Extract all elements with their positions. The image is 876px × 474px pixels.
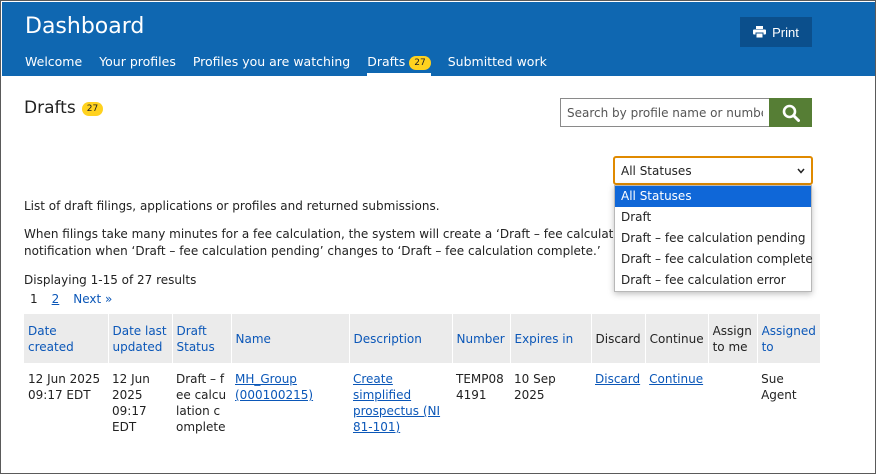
description-link[interactable]: Create simplified prospectus (NI 81-101) [353,372,440,434]
status-option-fee-pending[interactable]: Draft – fee calculation pending [615,228,811,249]
cell-draft-status: Draft – fee calculation complete [176,372,227,434]
tab-your-profiles-label: Your profiles [99,54,176,69]
main-nav: Welcome Your profiles Profiles you are w… [25,54,547,76]
col-number[interactable]: Number [452,314,511,363]
cell-continue: Continue [645,363,708,435]
continue-link[interactable]: Continue [649,372,703,386]
drafts-title: Drafts [24,98,76,118]
cell-assigned-to: Sue Agent [761,372,797,402]
results-count: Displaying 1-15 of 27 results [24,273,197,287]
col-name[interactable]: Name [231,314,350,363]
printer-icon [753,26,767,38]
tab-submitted-work[interactable]: Submitted work [448,54,547,76]
table-row: 12 Jun 2025 09:17 EDT 12 Jun 2025 09:17 … [24,363,820,435]
col-draft-status[interactable]: Draft Status [172,314,232,363]
tab-drafts-label: Drafts [367,54,406,69]
status-filter-options: All Statuses Draft Draft – fee calculati… [614,185,813,292]
cell-discard: Discard [591,363,645,435]
status-option-all[interactable]: All Statuses [615,186,811,207]
profile-name-link[interactable]: MH_Group (000100215) [235,372,313,402]
page-2-link[interactable]: 2 [52,292,60,306]
search-box [560,98,812,127]
print-label: Print [772,24,799,40]
tab-profiles-watching[interactable]: Profiles you are watching [193,54,350,76]
cell-description: Create simplified prospectus (NI 81-101) [349,363,452,435]
drafts-heading-badge: 27 [81,102,104,116]
tab-submitted-work-label: Submitted work [447,54,547,69]
cell-assign-to-me[interactable] [708,363,757,435]
header-bar: Dashboard Print Welcome Your profiles Pr… [2,2,875,76]
status-option-fee-error[interactable]: Draft – fee calculation error [615,270,811,291]
drafts-heading: Drafts 27 [24,98,104,118]
status-option-draft[interactable]: Draft [615,207,811,228]
tab-profiles-watching-label: Profiles you are watching [192,54,351,69]
cell-name: MH_Group (000100215) [231,363,349,435]
status-filter-select[interactable]: All Statuses [613,156,813,185]
chevron-down-icon [797,168,805,174]
col-date-created[interactable]: Date created [24,314,109,363]
col-date-updated[interactable]: Date last updated [108,314,173,363]
search-button[interactable] [769,98,812,127]
search-icon [782,104,800,122]
drafts-table: Date created Date last updated Draft Sta… [24,314,821,435]
status-option-fee-complete[interactable]: Draft – fee calculation complete [615,249,813,270]
col-expires[interactable]: Expires in [510,314,592,363]
pagination: 1 2 Next » [30,292,112,306]
page-1-current: 1 [30,292,38,306]
cell-number: TEMP084191 [456,372,504,402]
cell-date-created: 12 Jun 2025 09:17 EDT [28,372,101,402]
next-page-link[interactable]: Next » [73,292,112,306]
cell-expires: 10 Sep 2025 [514,372,556,402]
col-assigned-to[interactable]: Assigned to [757,314,821,363]
col-description[interactable]: Description [349,314,453,363]
page-title-dashboard: Dashboard [25,14,145,39]
table-header-row: Date created Date last updated Draft Sta… [24,314,821,363]
tab-welcome[interactable]: Welcome [25,54,82,76]
col-continue: Continue [645,314,709,363]
tab-welcome-label: Welcome [25,54,83,69]
tab-drafts[interactable]: Drafts 27 [367,54,432,76]
app-frame: Dashboard Print Welcome Your profiles Pr… [0,0,876,474]
col-assign-to-me: Assign to me [708,314,758,363]
drafts-count-badge: 27 [409,56,431,70]
cell-date-updated: 12 Jun 2025 09:17 EDT [112,372,150,434]
tab-your-profiles[interactable]: Your profiles [99,54,176,76]
print-button[interactable]: Print [740,17,812,47]
status-filter-value: All Statuses [621,163,692,178]
discard-link[interactable]: Discard [595,372,640,386]
col-discard: Discard [591,314,646,363]
search-input[interactable] [560,98,769,127]
